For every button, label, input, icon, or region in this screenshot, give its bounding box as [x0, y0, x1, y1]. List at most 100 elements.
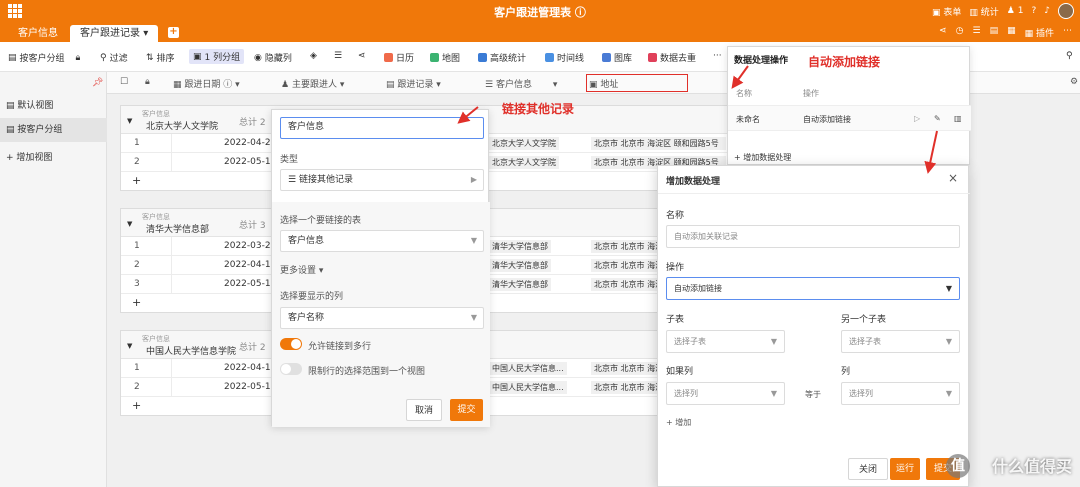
column-header-record[interactable]: ▤ 跟进记录 ▾	[386, 77, 441, 90]
chevron-down-icon: ▼	[770, 337, 777, 346]
collaborators-button[interactable]: ♟ 1	[1007, 6, 1024, 16]
collapse-triangle-icon[interactable]: ▼	[127, 342, 132, 350]
sub-table-label: 子表	[666, 315, 685, 325]
sidebar-item-group-by-customer[interactable]: ▤ 按客户分组	[0, 118, 107, 142]
list-item[interactable]: 未命名 自动添加链接 ▷ ✎ ▥	[728, 105, 971, 131]
add-processing-button[interactable]: + 增加数据处理	[734, 152, 791, 163]
bell-icon[interactable]: ♪	[1044, 6, 1050, 16]
table-icon: ▤	[6, 101, 15, 111]
sub-table-select[interactable]: 选择子表 ▼	[666, 330, 785, 353]
column-header-address[interactable]: ▣ 地址	[589, 77, 618, 90]
plugin-button[interactable]: ▦ 插件	[1025, 26, 1054, 39]
collapse-triangle-icon[interactable]: ▼	[127, 220, 132, 228]
table-label: 选择一个要链接的表	[280, 216, 362, 226]
field-settings-popup: 客户信息 类型 ☰ 链接其他记录 ▶ 选择一个要链接的表 客户信息 ▼ 更多设置 ▾…	[271, 109, 490, 427]
group-caption: 客户信息	[142, 110, 170, 118]
sort-button[interactable]: ⇅ 排序	[146, 51, 175, 65]
other-sub-table-select[interactable]: 选择子表 ▼	[841, 330, 960, 353]
allow-multi-toggle[interactable]	[280, 338, 302, 350]
edit-icon[interactable]: ✎	[934, 114, 941, 123]
field-name-input[interactable]: 客户信息	[280, 117, 484, 139]
info-icon[interactable]: ⓘ	[223, 80, 232, 90]
group-view-button[interactable]: ▤ 按客户分组 🔒︎	[8, 51, 81, 65]
annotation-auto-link: 自动添加链接	[808, 55, 881, 69]
if-column-select[interactable]: 选择列 ▼	[666, 382, 785, 405]
submit-button[interactable]: 提交	[450, 399, 483, 421]
settings-icon[interactable]: ☰	[973, 26, 981, 39]
filter-button[interactable]: ⚲ 过滤	[100, 51, 128, 65]
help-icon[interactable]: ?	[1031, 6, 1036, 16]
more-settings-toggle[interactable]: 更多设置 ▾	[280, 263, 323, 276]
tab-customer-info[interactable]: 客户信息	[8, 25, 68, 42]
operation-select[interactable]: 自动添加链接 ▼	[666, 277, 960, 300]
field-type-select[interactable]: ☰ 链接其他记录 ▶	[280, 169, 484, 191]
group-name: 北京大学人文学院	[146, 122, 219, 132]
info-icon[interactable]: ⓘ	[575, 6, 586, 19]
run-button[interactable]: 运行	[890, 458, 920, 480]
tab-followup-records[interactable]: 客户跟进记录 ▾	[70, 25, 159, 42]
api-icon[interactable]: ▤	[990, 26, 999, 39]
group-total: 总计 3	[239, 221, 266, 231]
calendar-button[interactable]: 日历	[384, 51, 414, 64]
group-total: 总计 2	[239, 343, 266, 353]
eye-icon: ◉	[254, 52, 262, 63]
column-header-customer[interactable]: ☰ 客户信息 ▾	[485, 77, 557, 90]
table-icon: ▤	[8, 52, 17, 63]
stats-button[interactable]: ▥ 统计	[969, 5, 998, 18]
column-header-date[interactable]: ▦ 跟进日期 ⓘ ▾	[173, 77, 240, 90]
share-icon[interactable]: ⋖	[939, 26, 947, 39]
link-icon: ☰	[288, 175, 297, 185]
other-sub-table-label: 另一个子表	[841, 315, 887, 325]
close-icon[interactable]: ×	[948, 171, 958, 185]
chevron-down-icon[interactable]: ▾	[143, 28, 148, 39]
gallery-button[interactable]: 图库	[602, 51, 632, 64]
chevron-down-icon: ▼	[770, 389, 777, 398]
history-icon[interactable]: ◷	[956, 26, 964, 39]
trash-icon[interactable]: ▥	[954, 114, 962, 123]
table-tabs: 客户信息 客户跟进记录 ▾ + ⋖ ◷ ☰ ▤ ▦ ▦ 插件 ⋯	[0, 22, 1080, 42]
display-column-select[interactable]: 客户名称 ▼	[280, 307, 484, 329]
col-name-header: 名称	[736, 89, 752, 98]
share-view-icon[interactable]: ⋖	[358, 51, 366, 61]
name-field[interactable]: 自动添加关联记录	[666, 225, 960, 248]
cancel-button[interactable]: 取消	[406, 399, 442, 421]
view-sidebar: 📌︎ ▤ 默认视图 ▤ 按客户分组 + 增加视图	[0, 72, 107, 487]
dashboard-icon[interactable]: ▦	[1007, 26, 1016, 39]
column-select[interactable]: 选择列 ▼	[841, 382, 960, 405]
chevron-down-icon: ▼	[945, 337, 952, 346]
link-table-select[interactable]: 客户信息 ▼	[280, 230, 484, 252]
sidebar-item-default-view[interactable]: ▤ 默认视图	[0, 94, 107, 118]
avatar[interactable]	[1058, 3, 1074, 19]
allow-multi-label: 允许链接到多行	[308, 342, 372, 352]
select-all-checkbox[interactable]: ☐	[120, 77, 128, 87]
timeline-button[interactable]: 时间线	[545, 51, 584, 64]
group-by-button[interactable]: ▣ 1 列分组	[189, 49, 245, 64]
group-icon: ▣	[193, 51, 202, 62]
map-button[interactable]: 地图	[430, 51, 460, 64]
more-tools-button[interactable]: ···	[713, 51, 722, 61]
add-view-button[interactable]: + 增加视图	[0, 146, 107, 170]
pin-icon[interactable]: 📌︎	[92, 78, 103, 88]
form-button[interactable]: ▣ 表单	[932, 5, 961, 18]
watermark: 什么值得买	[991, 457, 1072, 476]
column-header-owner[interactable]: ♟ 主要跟进人 ▾	[281, 77, 344, 90]
lock-icon[interactable]: 🔒︎	[76, 53, 81, 63]
search-icon[interactable]: ⚲	[1066, 51, 1073, 61]
gallery-icon	[602, 53, 611, 62]
collapse-triangle-icon[interactable]: ▼	[127, 117, 132, 125]
add-table-button[interactable]: +	[168, 27, 179, 38]
dedupe-button[interactable]: 数据去重	[648, 51, 696, 64]
filter-icon: ⚲	[100, 52, 107, 63]
run-icon[interactable]: ▷	[914, 114, 920, 123]
hide-columns-button[interactable]: ◉ 隐藏列	[254, 51, 292, 65]
add-condition-button[interactable]: + 增加	[666, 417, 691, 428]
row-height-icon[interactable]: ☰	[334, 51, 342, 61]
chevron-right-icon: ▶	[470, 175, 477, 184]
more-icon[interactable]: ⋯	[1063, 26, 1072, 39]
advanced-stats-button[interactable]: 高级统计	[478, 51, 526, 64]
restrict-view-toggle[interactable]	[280, 363, 302, 375]
row-color-icon[interactable]: ◈	[310, 51, 317, 61]
close-button[interactable]: 关闭	[848, 458, 888, 480]
chevron-down-icon: ▼	[945, 389, 952, 398]
settings-icon[interactable]: ⚙	[1070, 77, 1078, 87]
